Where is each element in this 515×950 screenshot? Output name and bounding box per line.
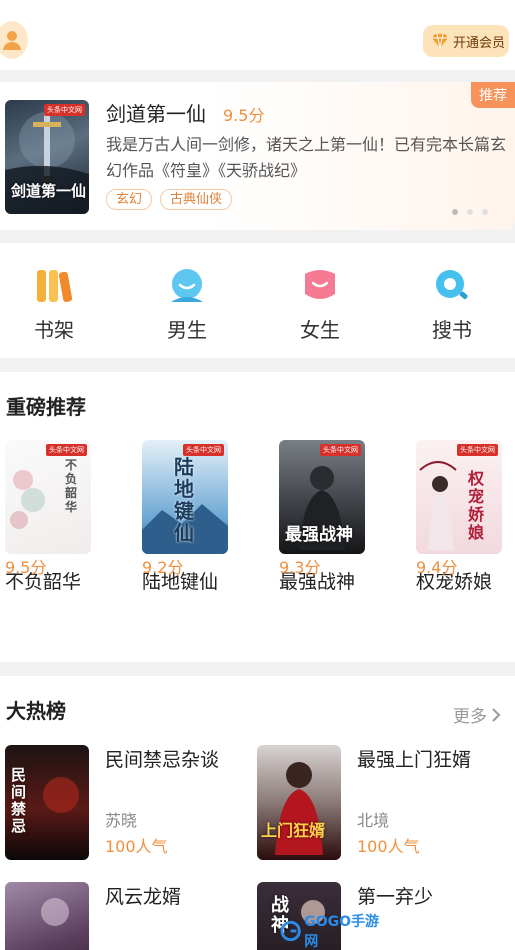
cover-title: 最强战神 bbox=[285, 525, 353, 545]
user-icon bbox=[3, 31, 21, 50]
cover-title: 陆地键仙 bbox=[174, 455, 194, 545]
female-icon bbox=[305, 270, 335, 299]
user-avatar[interactable] bbox=[0, 21, 28, 59]
hot-book-title: 最强上门狂婿 bbox=[357, 749, 472, 771]
nav-label: 男生 bbox=[167, 318, 207, 342]
hot-book-item[interactable]: 上门狂婿 最强上门狂婿 北境 100人气 bbox=[257, 745, 507, 860]
more-link[interactable]: 更多 bbox=[453, 702, 501, 727]
hot-book-author: 北境 bbox=[357, 811, 390, 830]
carousel-dots bbox=[452, 209, 488, 215]
publisher-tag: 头条中文网 bbox=[320, 444, 361, 456]
diamond-icon bbox=[432, 33, 448, 49]
hot-book-item[interactable]: 风云龙婿 bbox=[5, 882, 255, 950]
carousel-dot-active[interactable] bbox=[452, 209, 458, 215]
banner-book-title: 剑道第一仙 bbox=[106, 102, 206, 126]
featured-banner[interactable]: 头条中文网 剑道第一仙 剑道第一仙 9.5分 我是万古人间一剑修，诸天之上第一仙… bbox=[0, 82, 515, 230]
section-title: 大热榜 bbox=[6, 699, 66, 723]
watermark-logo-icon bbox=[280, 920, 301, 942]
nav-bookshelf[interactable]: 书架 bbox=[14, 268, 94, 343]
carousel-dot[interactable] bbox=[482, 209, 488, 215]
banner-book-score: 9.5分 bbox=[223, 106, 265, 125]
banner-tag[interactable]: 古典仙侠 bbox=[160, 189, 233, 210]
nav-label: 搜书 bbox=[432, 318, 472, 342]
hot-book-author: 苏晓 bbox=[105, 811, 138, 830]
publisher-tag: 头条中文网 bbox=[457, 444, 498, 456]
nav-label: 书架 bbox=[34, 318, 74, 342]
hot-cover-title: 民间禁忌 bbox=[11, 766, 27, 835]
bookshelf-icon bbox=[37, 270, 73, 302]
book-score: 9.5分 bbox=[5, 558, 47, 577]
nav-male[interactable]: 男生 bbox=[147, 268, 227, 343]
vip-label: 开通会员 bbox=[453, 35, 506, 51]
cover-art bbox=[275, 762, 323, 855]
vip-button[interactable]: 开通会员 bbox=[423, 25, 509, 57]
more-label: 更多 bbox=[453, 707, 487, 727]
hot-list-section: 大热榜 更多 民间禁忌 民间禁忌杂谈 苏晓 100人气 上门狂婿 最强上门狂婿 … bbox=[0, 676, 515, 950]
book-score: 9.4分 bbox=[416, 558, 458, 577]
chevron-right-icon bbox=[492, 707, 501, 722]
male-icon bbox=[171, 269, 203, 302]
cover-art bbox=[419, 461, 457, 550]
search-icon bbox=[436, 270, 468, 300]
cover-title: 不负韶华 bbox=[65, 458, 78, 514]
recommend-badge: 推荐 bbox=[471, 82, 515, 108]
recommend-section: 重磅推荐 头条中文网 不负韶华 不负韶华 9.5分 头条中文网 陆地键仙 陆地键… bbox=[0, 372, 515, 662]
hot-book-title: 第一弃少 bbox=[357, 886, 434, 908]
banner-tag[interactable]: 玄幻 bbox=[106, 189, 153, 210]
banner-book-description: 我是万古人间一剑修，诸天之上第一仙！已有完本长篇玄幻作品《符皇》《天骄战纪》 bbox=[106, 135, 507, 180]
nav-search[interactable]: 搜书 bbox=[412, 268, 492, 343]
carousel-dot[interactable] bbox=[467, 209, 473, 215]
banner-cover-title: 剑道第一仙 bbox=[11, 182, 87, 200]
banner-tags: 玄幻 古典仙侠 bbox=[106, 189, 233, 210]
book-score: 9.2分 bbox=[142, 558, 184, 577]
cover-title: 权宠娇娘 bbox=[468, 469, 485, 542]
site-watermark: GOGO手游网 bbox=[280, 912, 390, 950]
banner-book-cover[interactable]: 头条中文网 剑道第一仙 bbox=[5, 100, 89, 214]
book-cover[interactable]: 头条中文网 不负韶华 bbox=[5, 440, 91, 554]
hot-book-cover[interactable] bbox=[5, 882, 89, 950]
cover-art bbox=[41, 898, 69, 926]
hot-book-item[interactable]: 民间禁忌 民间禁忌杂谈 苏晓 100人气 bbox=[5, 745, 255, 860]
section-title: 重磅推荐 bbox=[6, 395, 86, 419]
publisher-tag: 头条中文网 bbox=[46, 444, 87, 456]
book-cover[interactable]: 头条中文网 最强战神 bbox=[279, 440, 365, 554]
nav-label: 女生 bbox=[300, 318, 340, 342]
hot-book-cover[interactable]: 上门狂婿 bbox=[257, 745, 341, 860]
hot-book-title: 风云龙婿 bbox=[105, 886, 182, 908]
nav-female[interactable]: 女生 bbox=[280, 268, 360, 343]
watermark-text: GOGO手游网 bbox=[304, 914, 380, 950]
hot-book-popularity: 100人气 bbox=[105, 837, 168, 856]
category-nav: 书架 男生 女生 搜书 bbox=[0, 243, 515, 358]
book-cover[interactable]: 头条中文网 陆地键仙 bbox=[142, 440, 228, 554]
banner-publisher-tag: 头条中文网 bbox=[44, 104, 85, 116]
book-cover[interactable]: 头条中文网 权宠娇娘 bbox=[416, 440, 502, 554]
top-bar: 开通会员 bbox=[0, 0, 515, 70]
book-score: 9.3分 bbox=[279, 558, 321, 577]
hot-book-title: 民间禁忌杂谈 bbox=[105, 749, 220, 771]
hot-cover-title: 上门狂婿 bbox=[261, 821, 326, 840]
hot-book-popularity: 100人气 bbox=[357, 837, 420, 856]
hot-book-cover[interactable]: 民间禁忌 bbox=[5, 745, 89, 860]
